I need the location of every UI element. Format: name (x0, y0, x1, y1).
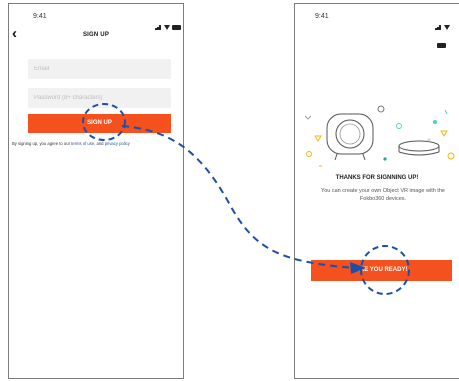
status-time: 9:41 (315, 13, 329, 20)
privacy-link[interactable]: privacy policy (105, 141, 130, 146)
success-heading: THANKS FOR SIGNNING UP! (335, 175, 419, 181)
terms-link[interactable]: terms of use (71, 141, 94, 146)
battery-icon (437, 43, 446, 48)
success-message: You can create your own Object VR image … (321, 188, 445, 202)
success-screen: 9:41 THANKS FOR SIGNNING UP! You can cre… (294, 3, 459, 379)
signup-button[interactable]: SIGN UP (28, 114, 171, 133)
battery-icon (171, 25, 181, 30)
wifi-icon (163, 25, 170, 30)
status-icons (155, 12, 181, 30)
ready-button[interactable]: ARE YOU READY! (311, 260, 452, 281)
terms-notice: By signing up, you agree to our terms of… (12, 141, 184, 146)
page-title: SIGN UP (82, 32, 110, 38)
status-time: 9:41 (33, 13, 47, 20)
signup-screen: 9:41 ‹ SIGN UP SIGN UP By signing up, yo… (8, 3, 184, 379)
terms-prefix: By signing up, you agree to our (12, 141, 70, 146)
terms-mid: , and (94, 141, 104, 146)
status-icons (435, 12, 459, 48)
email-field[interactable] (28, 59, 171, 79)
wifi-icon (443, 25, 450, 30)
password-field[interactable] (28, 88, 171, 108)
device-illustration (304, 105, 455, 167)
